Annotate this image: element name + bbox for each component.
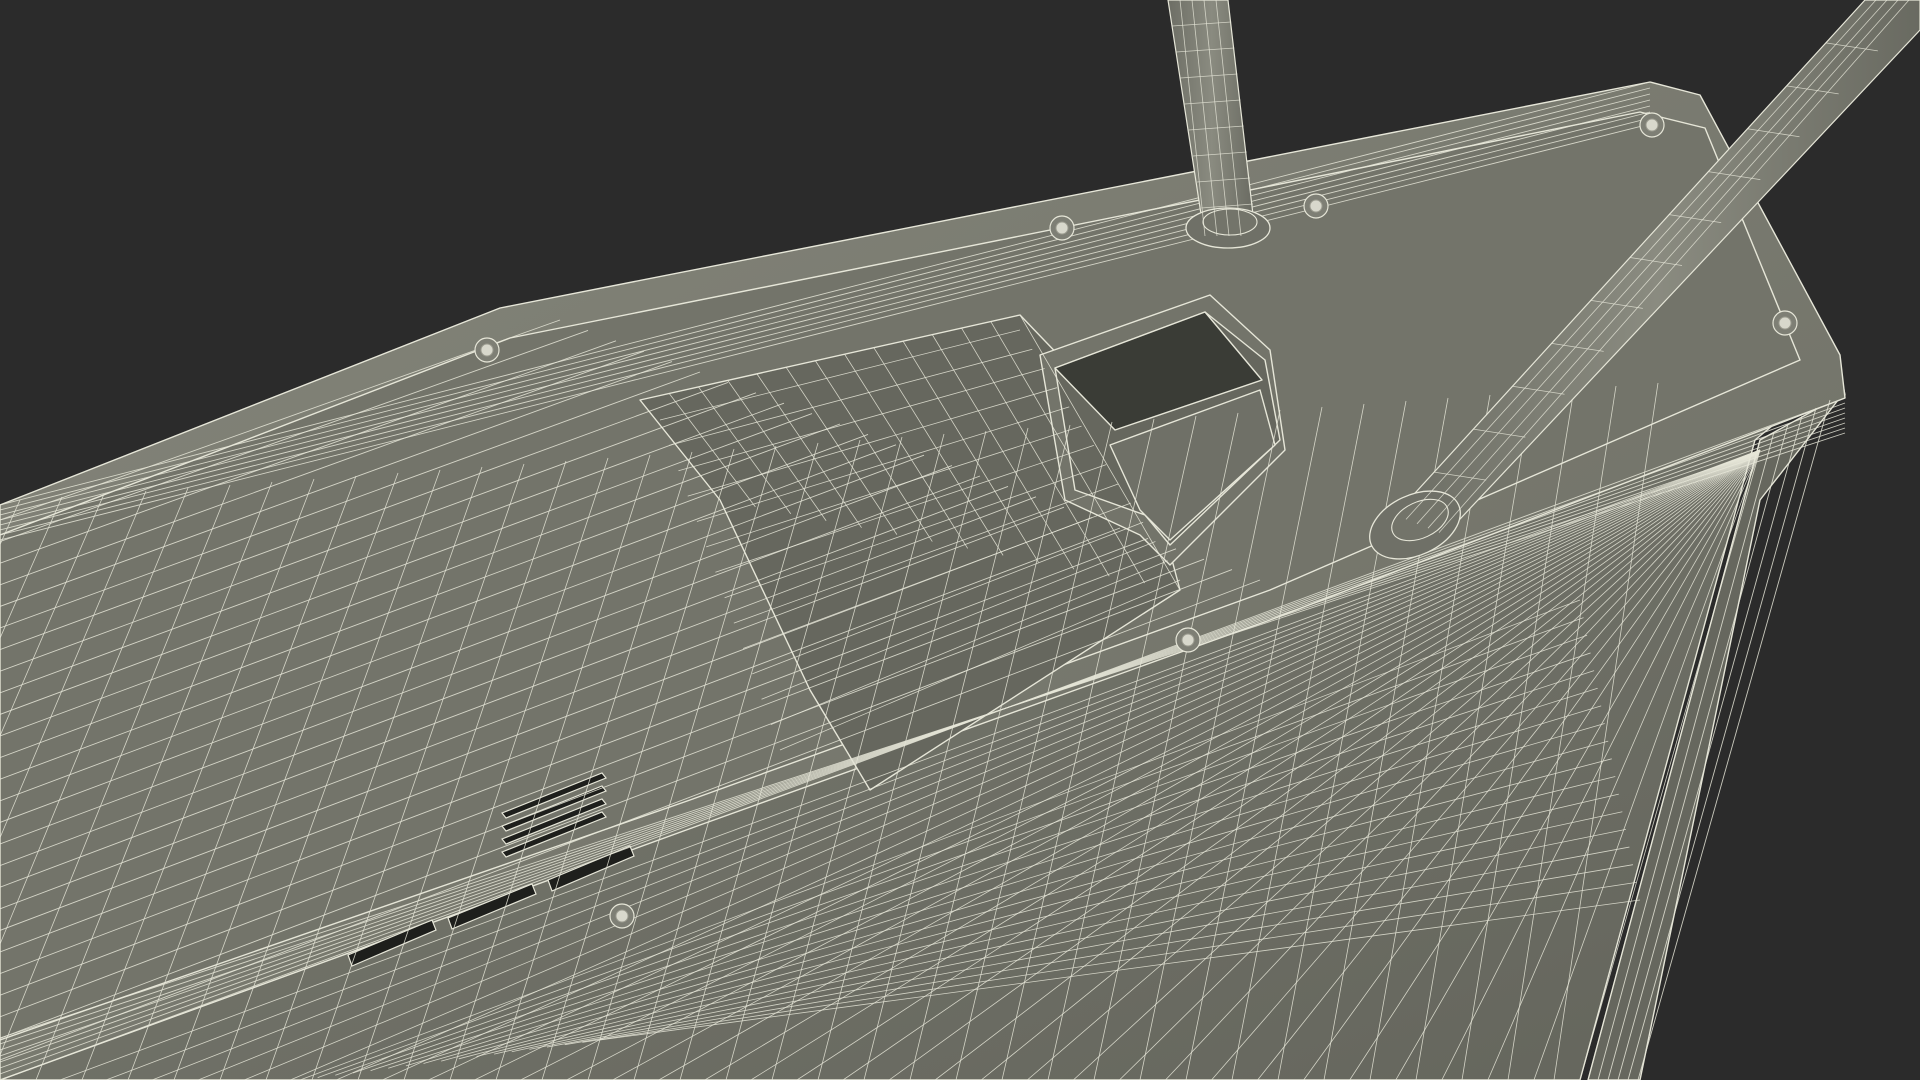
wireframe-scene <box>0 0 1920 1080</box>
render-viewport <box>0 0 1920 1080</box>
